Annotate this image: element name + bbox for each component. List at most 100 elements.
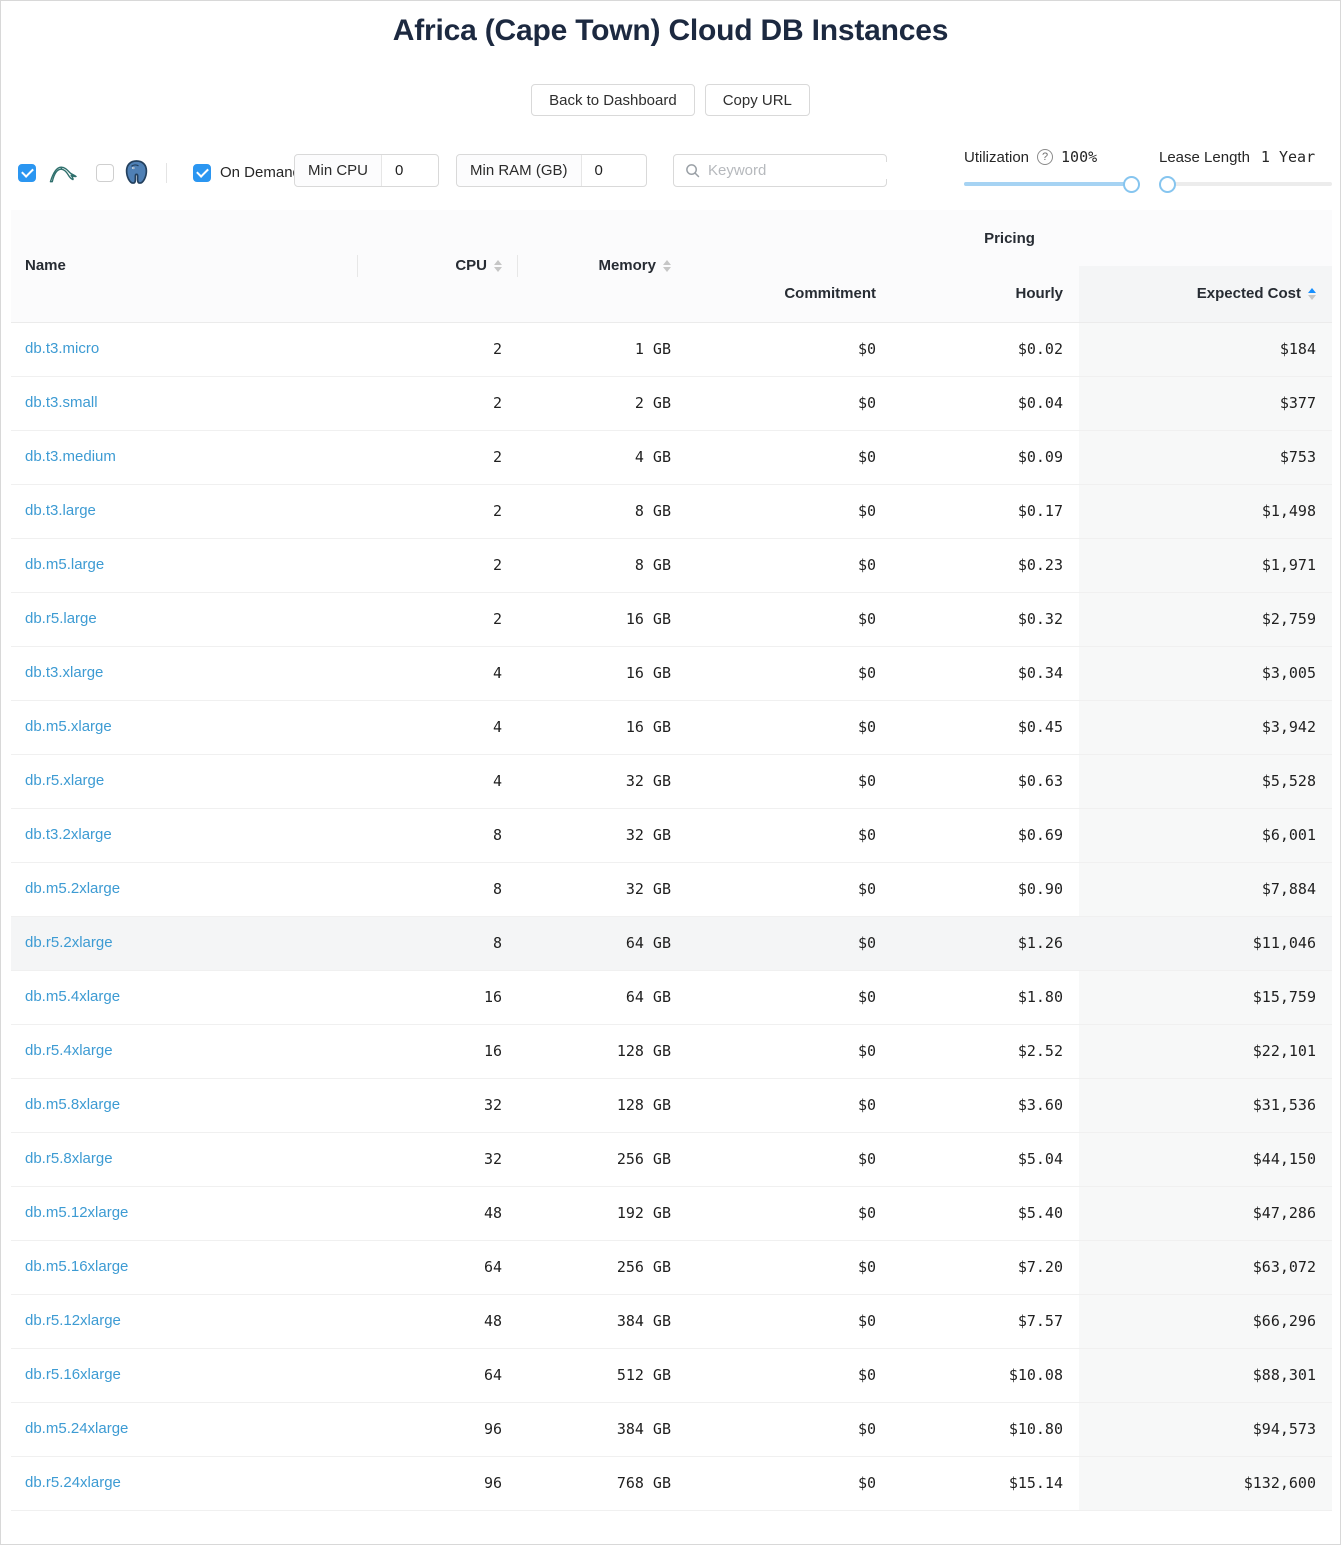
commitment-cell: $0 — [687, 754, 892, 808]
page-title: Africa (Cape Town) Cloud DB Instances — [1, 14, 1340, 48]
instance-link[interactable]: db.m5.xlarge — [25, 718, 112, 735]
expected-cost-cell: $132,600 — [1079, 1456, 1332, 1510]
hourly-cell: $2.52 — [892, 1024, 1079, 1078]
instance-name-cell: db.m5.24xlarge — [11, 1402, 358, 1456]
memory-cell: 16 GB — [518, 646, 687, 700]
hourly-cell: $1.26 — [892, 916, 1079, 970]
table-row[interactable]: db.r5.2xlarge 8 64 GB $0 $1.26 $11,046 — [11, 916, 1332, 970]
hourly-cell: $0.09 — [892, 430, 1079, 484]
instance-name-cell: db.r5.16xlarge — [11, 1348, 358, 1402]
table-row[interactable]: db.t3.medium 2 4 GB $0 $0.09 $753 — [11, 430, 1332, 484]
table-row[interactable]: db.t3.large 2 8 GB $0 $0.17 $1,498 — [11, 484, 1332, 538]
table-row[interactable]: db.t3.xlarge 4 16 GB $0 $0.34 $3,005 — [11, 646, 1332, 700]
instance-link[interactable]: db.m5.4xlarge — [25, 988, 120, 1005]
instance-link[interactable]: db.t3.micro — [25, 340, 99, 357]
instance-link[interactable]: db.r5.8xlarge — [25, 1150, 113, 1167]
memory-cell: 384 GB — [518, 1402, 687, 1456]
cpu-cell: 2 — [358, 592, 518, 646]
cpu-cell: 8 — [358, 916, 518, 970]
utilization-slider-handle[interactable] — [1123, 176, 1140, 193]
memory-cell: 768 GB — [518, 1456, 687, 1510]
min-ram-filter: Min RAM (GB) — [456, 154, 647, 187]
keyword-input[interactable] — [708, 162, 907, 179]
instance-link[interactable]: db.m5.2xlarge — [25, 880, 120, 897]
column-header-commitment: Commitment — [687, 266, 892, 322]
instance-link[interactable]: db.t3.2xlarge — [25, 826, 112, 843]
hourly-cell: $0.17 — [892, 484, 1079, 538]
utilization-slider-track[interactable] — [964, 182, 1132, 186]
instance-link[interactable]: db.t3.small — [25, 394, 98, 411]
memory-cell: 4 GB — [518, 430, 687, 484]
postgresql-elephant-icon — [123, 159, 150, 186]
cpu-cell: 64 — [358, 1348, 518, 1402]
table-row[interactable]: db.r5.large 2 16 GB $0 $0.32 $2,759 — [11, 592, 1332, 646]
expected-cost-cell: $47,286 — [1079, 1186, 1332, 1240]
table-row[interactable]: db.m5.xlarge 4 16 GB $0 $0.45 $3,942 — [11, 700, 1332, 754]
table-row[interactable]: db.t3.small 2 2 GB $0 $0.04 $377 — [11, 376, 1332, 430]
table-row[interactable]: db.t3.micro 2 1 GB $0 $0.02 $184 — [11, 322, 1332, 376]
mysql-checkbox[interactable] — [18, 164, 36, 182]
instance-name-cell: db.t3.2xlarge — [11, 808, 358, 862]
cpu-cell: 8 — [358, 808, 518, 862]
table-row[interactable]: db.r5.24xlarge 96 768 GB $0 $15.14 $132,… — [11, 1456, 1332, 1510]
postgres-checkbox[interactable] — [96, 164, 114, 182]
memory-cell: 2 GB — [518, 376, 687, 430]
instance-link[interactable]: db.m5.large — [25, 556, 104, 573]
column-header-cpu[interactable]: CPU — [358, 210, 518, 322]
column-header-expected-cost[interactable]: Expected Cost — [1079, 266, 1332, 322]
column-header-memory[interactable]: Memory — [518, 210, 687, 322]
instance-link[interactable]: db.t3.large — [25, 502, 96, 519]
instance-link[interactable]: db.r5.large — [25, 610, 97, 627]
commitment-cell: $0 — [687, 322, 892, 376]
min-ram-input[interactable] — [582, 162, 634, 179]
table-row[interactable]: db.r5.4xlarge 16 128 GB $0 $2.52 $22,101 — [11, 1024, 1332, 1078]
instance-link[interactable]: db.m5.24xlarge — [25, 1420, 128, 1437]
table-row[interactable]: db.r5.8xlarge 32 256 GB $0 $5.04 $44,150 — [11, 1132, 1332, 1186]
instance-link[interactable]: db.t3.medium — [25, 448, 116, 465]
instance-link[interactable]: db.t3.xlarge — [25, 664, 103, 681]
hourly-cell: $0.02 — [892, 322, 1079, 376]
commitment-cell: $0 — [687, 1456, 892, 1510]
table-row[interactable]: db.m5.2xlarge 8 32 GB $0 $0.90 $7,884 — [11, 862, 1332, 916]
table-row[interactable]: db.r5.16xlarge 64 512 GB $0 $10.08 $88,3… — [11, 1348, 1332, 1402]
instance-link[interactable]: db.r5.16xlarge — [25, 1366, 121, 1383]
table-row[interactable]: db.m5.24xlarge 96 384 GB $0 $10.80 $94,5… — [11, 1402, 1332, 1456]
utilization-value: 100% — [1061, 148, 1097, 166]
instance-link[interactable]: db.r5.24xlarge — [25, 1474, 121, 1491]
commitment-cell: $0 — [687, 916, 892, 970]
commitment-cell: $0 — [687, 538, 892, 592]
min-cpu-input[interactable] — [382, 162, 434, 179]
instance-link[interactable]: db.m5.8xlarge — [25, 1096, 120, 1113]
table-row[interactable]: db.r5.12xlarge 48 384 GB $0 $7.57 $66,29… — [11, 1294, 1332, 1348]
commitment-cell: $0 — [687, 484, 892, 538]
table-row[interactable]: db.m5.12xlarge 48 192 GB $0 $5.40 $47,28… — [11, 1186, 1332, 1240]
question-circle-icon[interactable]: ? — [1037, 149, 1053, 165]
instance-link[interactable]: db.r5.4xlarge — [25, 1042, 113, 1059]
cpu-cell: 2 — [358, 430, 518, 484]
table-row[interactable]: db.m5.4xlarge 16 64 GB $0 $1.80 $15,759 — [11, 970, 1332, 1024]
instance-link[interactable]: db.m5.12xlarge — [25, 1204, 128, 1221]
column-group-pricing: Pricing — [687, 210, 1332, 266]
expected-cost-cell: $66,296 — [1079, 1294, 1332, 1348]
utilization-label: Utilization — [964, 149, 1029, 166]
memory-cell: 384 GB — [518, 1294, 687, 1348]
instance-link[interactable]: db.r5.xlarge — [25, 772, 104, 789]
instance-link[interactable]: db.r5.12xlarge — [25, 1312, 121, 1329]
instance-name-cell: db.m5.xlarge — [11, 700, 358, 754]
table-row[interactable]: db.m5.16xlarge 64 256 GB $0 $7.20 $63,07… — [11, 1240, 1332, 1294]
instance-link[interactable]: db.m5.16xlarge — [25, 1258, 128, 1275]
commitment-cell: $0 — [687, 1348, 892, 1402]
copy-url-button[interactable]: Copy URL — [705, 84, 810, 116]
table-row[interactable]: db.m5.large 2 8 GB $0 $0.23 $1,971 — [11, 538, 1332, 592]
expected-cost-cell: $15,759 — [1079, 970, 1332, 1024]
table-row[interactable]: db.t3.2xlarge 8 32 GB $0 $0.69 $6,001 — [11, 808, 1332, 862]
commitment-cell: $0 — [687, 1402, 892, 1456]
back-to-dashboard-button[interactable]: Back to Dashboard — [531, 84, 695, 116]
instance-link[interactable]: db.r5.2xlarge — [25, 934, 113, 951]
memory-cell: 32 GB — [518, 754, 687, 808]
lease-slider-track[interactable] — [1159, 182, 1332, 186]
table-row[interactable]: db.m5.8xlarge 32 128 GB $0 $3.60 $31,536 — [11, 1078, 1332, 1132]
table-row[interactable]: db.r5.xlarge 4 32 GB $0 $0.63 $5,528 — [11, 754, 1332, 808]
lease-slider-handle[interactable] — [1159, 176, 1176, 193]
on-demand-checkbox[interactable] — [193, 164, 211, 182]
